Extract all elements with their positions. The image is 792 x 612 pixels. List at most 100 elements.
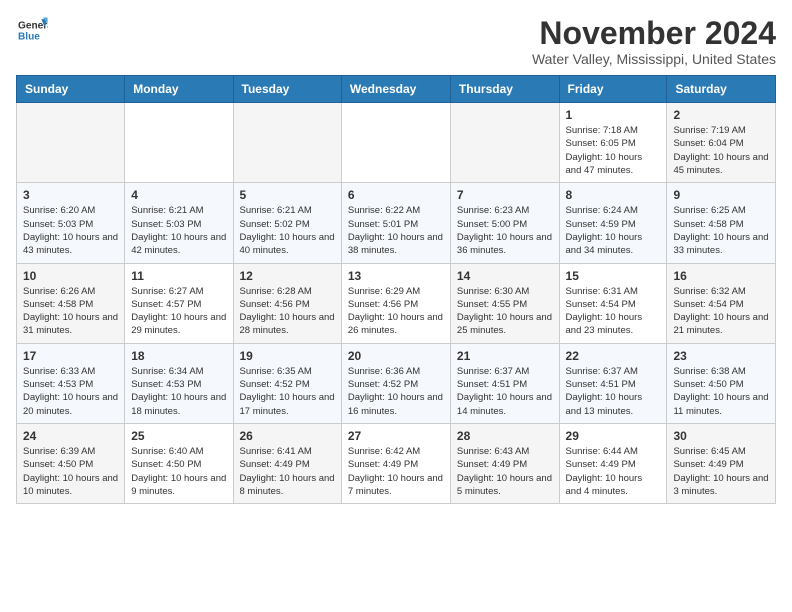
day-content: Sunrise: 6:26 AM Sunset: 4:58 PM Dayligh… xyxy=(23,285,118,338)
calendar-week-row: 24 Sunrise: 6:39 AM Sunset: 4:50 PM Dayli… xyxy=(17,423,776,503)
day-content: Sunrise: 6:30 AM Sunset: 4:55 PM Dayligh… xyxy=(457,285,553,338)
day-number: 6 xyxy=(348,188,444,202)
day-content: Sunrise: 6:36 AM Sunset: 4:52 PM Dayligh… xyxy=(348,365,444,418)
empty-cell xyxy=(341,103,450,183)
day-content: Sunrise: 6:42 AM Sunset: 4:49 PM Dayligh… xyxy=(348,445,444,498)
calendar-table: SundayMondayTuesdayWednesdayThursdayFrid… xyxy=(16,75,776,504)
calendar-week-row: 10Sunrise: 6:26 AM Sunset: 4:58 PM Dayli… xyxy=(17,263,776,343)
calendar-day-cell: 13 Sunrise: 6:29 AM Sunset: 4:56 PM Dayli… xyxy=(341,263,450,343)
day-header-friday: Friday xyxy=(559,76,667,103)
day-header-monday: Monday xyxy=(125,76,233,103)
day-number: 25 xyxy=(131,429,226,443)
calendar-day-cell: 11 Sunrise: 6:27 AM Sunset: 4:57 PM Dayli… xyxy=(125,263,233,343)
day-content: Sunrise: 6:43 AM Sunset: 4:49 PM Dayligh… xyxy=(457,445,553,498)
day-content: Sunrise: 6:41 AM Sunset: 4:49 PM Dayligh… xyxy=(240,445,335,498)
day-number: 28 xyxy=(457,429,553,443)
title-area: November 2024 Water Valley, Mississippi,… xyxy=(532,16,776,67)
day-number: 29 xyxy=(566,429,661,443)
day-content: Sunrise: 6:31 AM Sunset: 4:54 PM Dayligh… xyxy=(566,285,661,338)
calendar-week-row: 3 Sunrise: 6:20 AM Sunset: 5:03 PM Daylig… xyxy=(17,183,776,263)
calendar-day-cell: 30 Sunrise: 6:45 AM Sunset: 4:49 PM Dayli… xyxy=(667,423,776,503)
day-number: 12 xyxy=(240,269,335,283)
day-header-tuesday: Tuesday xyxy=(233,76,341,103)
day-header-sunday: Sunday xyxy=(17,76,125,103)
day-content: Sunrise: 6:25 AM Sunset: 4:58 PM Dayligh… xyxy=(673,204,769,257)
day-number: 17 xyxy=(23,349,118,363)
day-content: Sunrise: 6:28 AM Sunset: 4:56 PM Dayligh… xyxy=(240,285,335,338)
day-number: 26 xyxy=(240,429,335,443)
day-content: Sunrise: 6:21 AM Sunset: 5:02 PM Dayligh… xyxy=(240,204,335,257)
calendar-day-cell: 26 Sunrise: 6:41 AM Sunset: 4:49 PM Dayli… xyxy=(233,423,341,503)
calendar-day-cell: 12 Sunrise: 6:28 AM Sunset: 4:56 PM Dayli… xyxy=(233,263,341,343)
day-number: 18 xyxy=(131,349,226,363)
empty-cell xyxy=(450,103,559,183)
month-title: November 2024 xyxy=(532,16,776,51)
calendar-day-cell: 19 Sunrise: 6:35 AM Sunset: 4:52 PM Dayli… xyxy=(233,343,341,423)
calendar-day-cell: 10Sunrise: 6:26 AM Sunset: 4:58 PM Dayli… xyxy=(17,263,125,343)
day-content: Sunrise: 6:38 AM Sunset: 4:50 PM Dayligh… xyxy=(673,365,769,418)
day-content: Sunrise: 6:24 AM Sunset: 4:59 PM Dayligh… xyxy=(566,204,661,257)
day-number: 3 xyxy=(23,188,118,202)
day-content: Sunrise: 6:40 AM Sunset: 4:50 PM Dayligh… xyxy=(131,445,226,498)
day-content: Sunrise: 6:32 AM Sunset: 4:54 PM Dayligh… xyxy=(673,285,769,338)
day-content: Sunrise: 7:18 AM Sunset: 6:05 PM Dayligh… xyxy=(566,124,661,177)
day-number: 19 xyxy=(240,349,335,363)
day-header-saturday: Saturday xyxy=(667,76,776,103)
day-number: 27 xyxy=(348,429,444,443)
calendar-day-cell: 15 Sunrise: 6:31 AM Sunset: 4:54 PM Dayli… xyxy=(559,263,667,343)
calendar-day-cell: 22 Sunrise: 6:37 AM Sunset: 4:51 PM Dayli… xyxy=(559,343,667,423)
day-number: 22 xyxy=(566,349,661,363)
day-content: Sunrise: 7:19 AM Sunset: 6:04 PM Dayligh… xyxy=(673,124,769,177)
day-number: 23 xyxy=(673,349,769,363)
day-content: Sunrise: 6:23 AM Sunset: 5:00 PM Dayligh… xyxy=(457,204,553,257)
calendar-week-row: 17 Sunrise: 6:33 AM Sunset: 4:53 PM Dayli… xyxy=(17,343,776,423)
day-content: Sunrise: 6:45 AM Sunset: 4:49 PM Dayligh… xyxy=(673,445,769,498)
day-content: Sunrise: 6:21 AM Sunset: 5:03 PM Dayligh… xyxy=(131,204,226,257)
calendar-day-cell: 8 Sunrise: 6:24 AM Sunset: 4:59 PM Daylig… xyxy=(559,183,667,263)
page-header: General Blue November 2024 Water Valley,… xyxy=(16,16,776,67)
day-number: 13 xyxy=(348,269,444,283)
calendar-day-cell: 9Sunrise: 6:25 AM Sunset: 4:58 PM Daylig… xyxy=(667,183,776,263)
empty-cell xyxy=(233,103,341,183)
day-content: Sunrise: 6:29 AM Sunset: 4:56 PM Dayligh… xyxy=(348,285,444,338)
day-number: 21 xyxy=(457,349,553,363)
calendar-day-cell: 6Sunrise: 6:22 AM Sunset: 5:01 PM Daylig… xyxy=(341,183,450,263)
calendar-day-cell: 24 Sunrise: 6:39 AM Sunset: 4:50 PM Dayli… xyxy=(17,423,125,503)
calendar-day-cell: 4Sunrise: 6:21 AM Sunset: 5:03 PM Daylig… xyxy=(125,183,233,263)
calendar-day-cell: 3 Sunrise: 6:20 AM Sunset: 5:03 PM Daylig… xyxy=(17,183,125,263)
day-number: 14 xyxy=(457,269,553,283)
day-content: Sunrise: 6:39 AM Sunset: 4:50 PM Dayligh… xyxy=(23,445,118,498)
day-content: Sunrise: 6:35 AM Sunset: 4:52 PM Dayligh… xyxy=(240,365,335,418)
calendar-day-cell: 7Sunrise: 6:23 AM Sunset: 5:00 PM Daylig… xyxy=(450,183,559,263)
calendar-header-row: SundayMondayTuesdayWednesdayThursdayFrid… xyxy=(17,76,776,103)
day-content: Sunrise: 6:44 AM Sunset: 4:49 PM Dayligh… xyxy=(566,445,661,498)
calendar-week-row: 1Sunrise: 7:18 AM Sunset: 6:05 PM Daylig… xyxy=(17,103,776,183)
empty-cell xyxy=(125,103,233,183)
calendar-day-cell: 29 Sunrise: 6:44 AM Sunset: 4:49 PM Dayli… xyxy=(559,423,667,503)
day-content: Sunrise: 6:33 AM Sunset: 4:53 PM Dayligh… xyxy=(23,365,118,418)
day-number: 24 xyxy=(23,429,118,443)
day-number: 11 xyxy=(131,269,226,283)
day-content: Sunrise: 6:27 AM Sunset: 4:57 PM Dayligh… xyxy=(131,285,226,338)
day-content: Sunrise: 6:20 AM Sunset: 5:03 PM Dayligh… xyxy=(23,204,118,257)
logo-icon: General Blue xyxy=(16,16,48,44)
day-content: Sunrise: 6:37 AM Sunset: 4:51 PM Dayligh… xyxy=(566,365,661,418)
calendar-day-cell: 21Sunrise: 6:37 AM Sunset: 4:51 PM Dayli… xyxy=(450,343,559,423)
day-number: 5 xyxy=(240,188,335,202)
logo: General Blue xyxy=(16,16,48,44)
day-content: Sunrise: 6:34 AM Sunset: 4:53 PM Dayligh… xyxy=(131,365,226,418)
calendar-day-cell: 5 Sunrise: 6:21 AM Sunset: 5:02 PM Daylig… xyxy=(233,183,341,263)
calendar-day-cell: 28 Sunrise: 6:43 AM Sunset: 4:49 PM Dayli… xyxy=(450,423,559,503)
calendar-day-cell: 25 Sunrise: 6:40 AM Sunset: 4:50 PM Dayli… xyxy=(125,423,233,503)
calendar-day-cell: 27 Sunrise: 6:42 AM Sunset: 4:49 PM Dayli… xyxy=(341,423,450,503)
day-header-wednesday: Wednesday xyxy=(341,76,450,103)
day-number: 30 xyxy=(673,429,769,443)
day-header-thursday: Thursday xyxy=(450,76,559,103)
day-number: 15 xyxy=(566,269,661,283)
calendar-day-cell: 18 Sunrise: 6:34 AM Sunset: 4:53 PM Dayli… xyxy=(125,343,233,423)
calendar-day-cell: 23 Sunrise: 6:38 AM Sunset: 4:50 PM Dayli… xyxy=(667,343,776,423)
day-number: 8 xyxy=(566,188,661,202)
calendar-day-cell: 14 Sunrise: 6:30 AM Sunset: 4:55 PM Dayli… xyxy=(450,263,559,343)
calendar-day-cell: 16Sunrise: 6:32 AM Sunset: 4:54 PM Dayli… xyxy=(667,263,776,343)
location: Water Valley, Mississippi, United States xyxy=(532,51,776,67)
